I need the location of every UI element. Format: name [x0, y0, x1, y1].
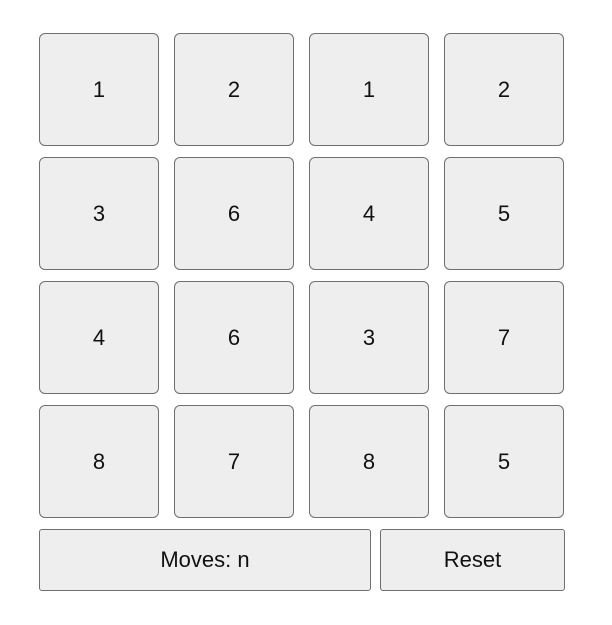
card-tile[interactable]: 7	[444, 281, 564, 394]
card-tile[interactable]: 1	[39, 33, 159, 146]
card-tile[interactable]: 5	[444, 405, 564, 518]
card-tile[interactable]: 8	[309, 405, 429, 518]
card-tile[interactable]: 5	[444, 157, 564, 270]
card-tile[interactable]: 6	[174, 157, 294, 270]
card-tile[interactable]: 7	[174, 405, 294, 518]
card-tile[interactable]: 8	[39, 405, 159, 518]
game-controls: Moves: n Reset	[39, 529, 565, 591]
reset-button[interactable]: Reset	[380, 529, 565, 591]
game-board: 1 2 1 2 3 6 4 5 4 6 3 7 8 7 8 5	[39, 33, 565, 518]
card-tile[interactable]: 2	[444, 33, 564, 146]
card-tile[interactable]: 2	[174, 33, 294, 146]
card-tile[interactable]: 6	[174, 281, 294, 394]
card-tile[interactable]: 4	[309, 157, 429, 270]
card-tile[interactable]: 1	[309, 33, 429, 146]
card-tile[interactable]: 3	[309, 281, 429, 394]
card-tile[interactable]: 4	[39, 281, 159, 394]
card-tile[interactable]: 3	[39, 157, 159, 270]
moves-counter: Moves: n	[39, 529, 371, 591]
